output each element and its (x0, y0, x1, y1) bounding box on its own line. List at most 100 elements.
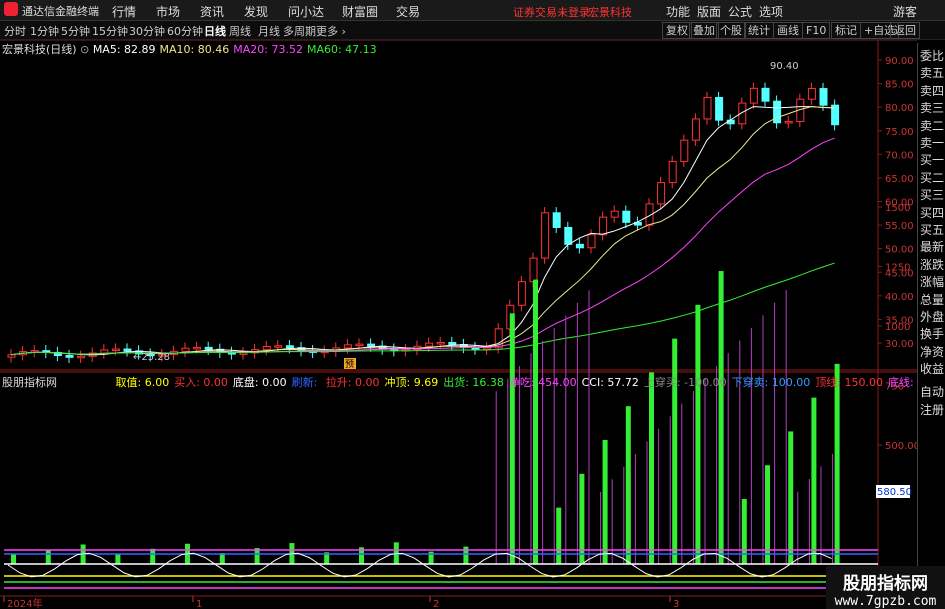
sidebar-item-18[interactable]: 收益 (920, 360, 945, 377)
indicator-bar (672, 338, 678, 564)
period-tab-0[interactable]: 分时 (4, 23, 26, 39)
price-tick-label: 85.00 (885, 80, 914, 91)
watermark: 股朋指标网 www.7gpzb.com (826, 566, 945, 609)
menu-item-4[interactable]: 问小达 (288, 3, 324, 20)
time-tick-label: 2 (433, 599, 439, 609)
indicator-value-2: 底盘: 0.00 (232, 376, 287, 389)
period-tab-5[interactable]: 60分钟 (167, 23, 203, 39)
watermark-title: 股朋指标网 (843, 574, 928, 594)
app-logo-icon (4, 2, 18, 16)
menu-item-3[interactable]: 发现 (244, 3, 268, 20)
price-tick-label: 50.00 (885, 245, 914, 256)
indicator-value-11: 顶线: 150.00 (815, 376, 884, 389)
indicator-bar (115, 553, 121, 564)
signal-marker-label: 预 (345, 359, 354, 370)
indicator-value-5: 冲顶: 9.69 (384, 376, 439, 389)
right-menu-item-3[interactable]: 选项 (759, 3, 783, 20)
login-notice[interactable]: 证券交易未登录 (513, 4, 590, 20)
toolbar-button-6[interactable]: 标记 (831, 22, 861, 39)
toolbar-button-4[interactable]: 画线 (773, 22, 803, 39)
right-menu-item-0[interactable]: 功能 (666, 3, 690, 20)
price-tick-label: 75.00 (885, 127, 914, 138)
ind-tick-label: 1500 (885, 203, 910, 214)
sidebar-item-1[interactable]: 卖五 (920, 64, 945, 81)
sidebar-item-14[interactable]: 总量 (920, 291, 945, 308)
sidebar-bottom-1[interactable]: 注册 (920, 401, 945, 418)
menu-item-5[interactable]: 财富圈 (342, 3, 378, 20)
candle-body (343, 344, 352, 349)
toolbar-button-1[interactable]: 叠加 (689, 22, 719, 39)
period-tab-8[interactable]: 月线 (258, 23, 280, 39)
period-tab-6[interactable]: 日线 (204, 23, 226, 39)
sidebar-item-12[interactable]: 涨跌 (920, 256, 945, 273)
sidebar-item-13[interactable]: 涨幅 (920, 273, 945, 290)
candle-body (564, 226, 573, 245)
period-tab-3[interactable]: 15分钟 (92, 23, 128, 39)
candle-body (367, 343, 376, 347)
time-tick-label: 2024年 (7, 597, 42, 609)
candle-body (703, 96, 712, 120)
sidebar-item-8[interactable]: 买三 (920, 186, 945, 203)
period-tab-2[interactable]: 5分钟 (61, 23, 90, 39)
indicator-value-0: 取值: 6.00 (115, 376, 170, 389)
guest-label[interactable]: 游客 (893, 3, 917, 20)
candle-body (587, 234, 596, 249)
toolbar-button-8[interactable]: 返回 (890, 22, 920, 39)
sidebar-item-17[interactable]: 净资 (920, 343, 945, 360)
sidebar-item-11[interactable]: 最新 (920, 238, 945, 255)
sidebar-item-7[interactable]: 买二 (920, 169, 945, 186)
sidebar-item-5[interactable]: 卖一 (920, 134, 945, 151)
toolbar-button-3[interactable]: 统计 (744, 22, 774, 39)
period-tab-4[interactable]: 30分钟 (129, 23, 165, 39)
candle-body (483, 347, 492, 350)
period-tab-10[interactable]: 更多 › (316, 23, 346, 39)
period-tab-9[interactable]: 多周期 (283, 23, 316, 39)
candle-body (761, 87, 770, 102)
ma5-line (10, 106, 835, 356)
price-tick-label: 40.00 (885, 292, 914, 303)
candle-body (65, 355, 74, 358)
current-value-label: 580.50 (877, 487, 912, 498)
indicator-value-9: 上穿买: -100.00 (643, 376, 727, 389)
candle-body (773, 100, 782, 124)
sidebar-item-10[interactable]: 买五 (920, 221, 945, 238)
candle-body (239, 352, 248, 355)
menu-item-0[interactable]: 行情 (112, 3, 136, 20)
sidebar-item-3[interactable]: 卖三 (920, 99, 945, 116)
right-menu-item-1[interactable]: 版面 (697, 3, 721, 20)
candle-body (599, 216, 608, 236)
ma10-line (10, 106, 835, 356)
menu-item-1[interactable]: 市场 (156, 3, 180, 20)
indicator-value-8: CCI: 57.72 (581, 376, 639, 389)
period-tab-7[interactable]: 周线 (229, 23, 251, 39)
menu-item-6[interactable]: 交易 (396, 3, 420, 20)
indicator-value-10: 下穿卖: 100.00 (731, 376, 811, 389)
sidebar-item-6[interactable]: 买一 (920, 151, 945, 168)
indicator-name: 股朋指标网 (2, 376, 57, 389)
toolbar-button-2[interactable]: 个股 (716, 22, 746, 39)
sidebar-item-0[interactable]: 委比 (920, 47, 945, 64)
price-tick-label: 30.00 (885, 339, 914, 350)
sidebar-item-15[interactable]: 外盘 (920, 308, 945, 325)
candle-body (204, 346, 213, 350)
right-menu-item-2[interactable]: 公式 (728, 3, 752, 20)
menu-item-2[interactable]: 资讯 (200, 3, 224, 20)
sidebar-item-9[interactable]: 买四 (920, 204, 945, 221)
indicator-bar (463, 546, 469, 564)
cci-line (7, 552, 832, 578)
candle-body (807, 88, 816, 100)
sidebar-bottom-0[interactable]: 自动 (920, 383, 945, 400)
candle-body (355, 343, 364, 347)
chart-area[interactable]: 90.0085.0080.0075.0070.0065.0060.0055.00… (0, 40, 917, 609)
indicator-bar (649, 372, 654, 564)
app-title: 通达信金融终端 (22, 5, 99, 18)
sidebar-item-2[interactable]: 卖四 (920, 82, 945, 99)
toolbar-button-5[interactable]: F10 (802, 22, 831, 39)
candle-body (111, 348, 120, 352)
indicator-bar (150, 548, 156, 564)
sidebar-item-16[interactable]: 换手 (920, 325, 945, 342)
period-tab-1[interactable]: 1分钟 (30, 23, 59, 39)
toolbar-button-0[interactable]: 复权 (662, 22, 692, 39)
indicator-bar (393, 542, 399, 564)
sidebar-item-4[interactable]: 卖二 (920, 117, 945, 134)
